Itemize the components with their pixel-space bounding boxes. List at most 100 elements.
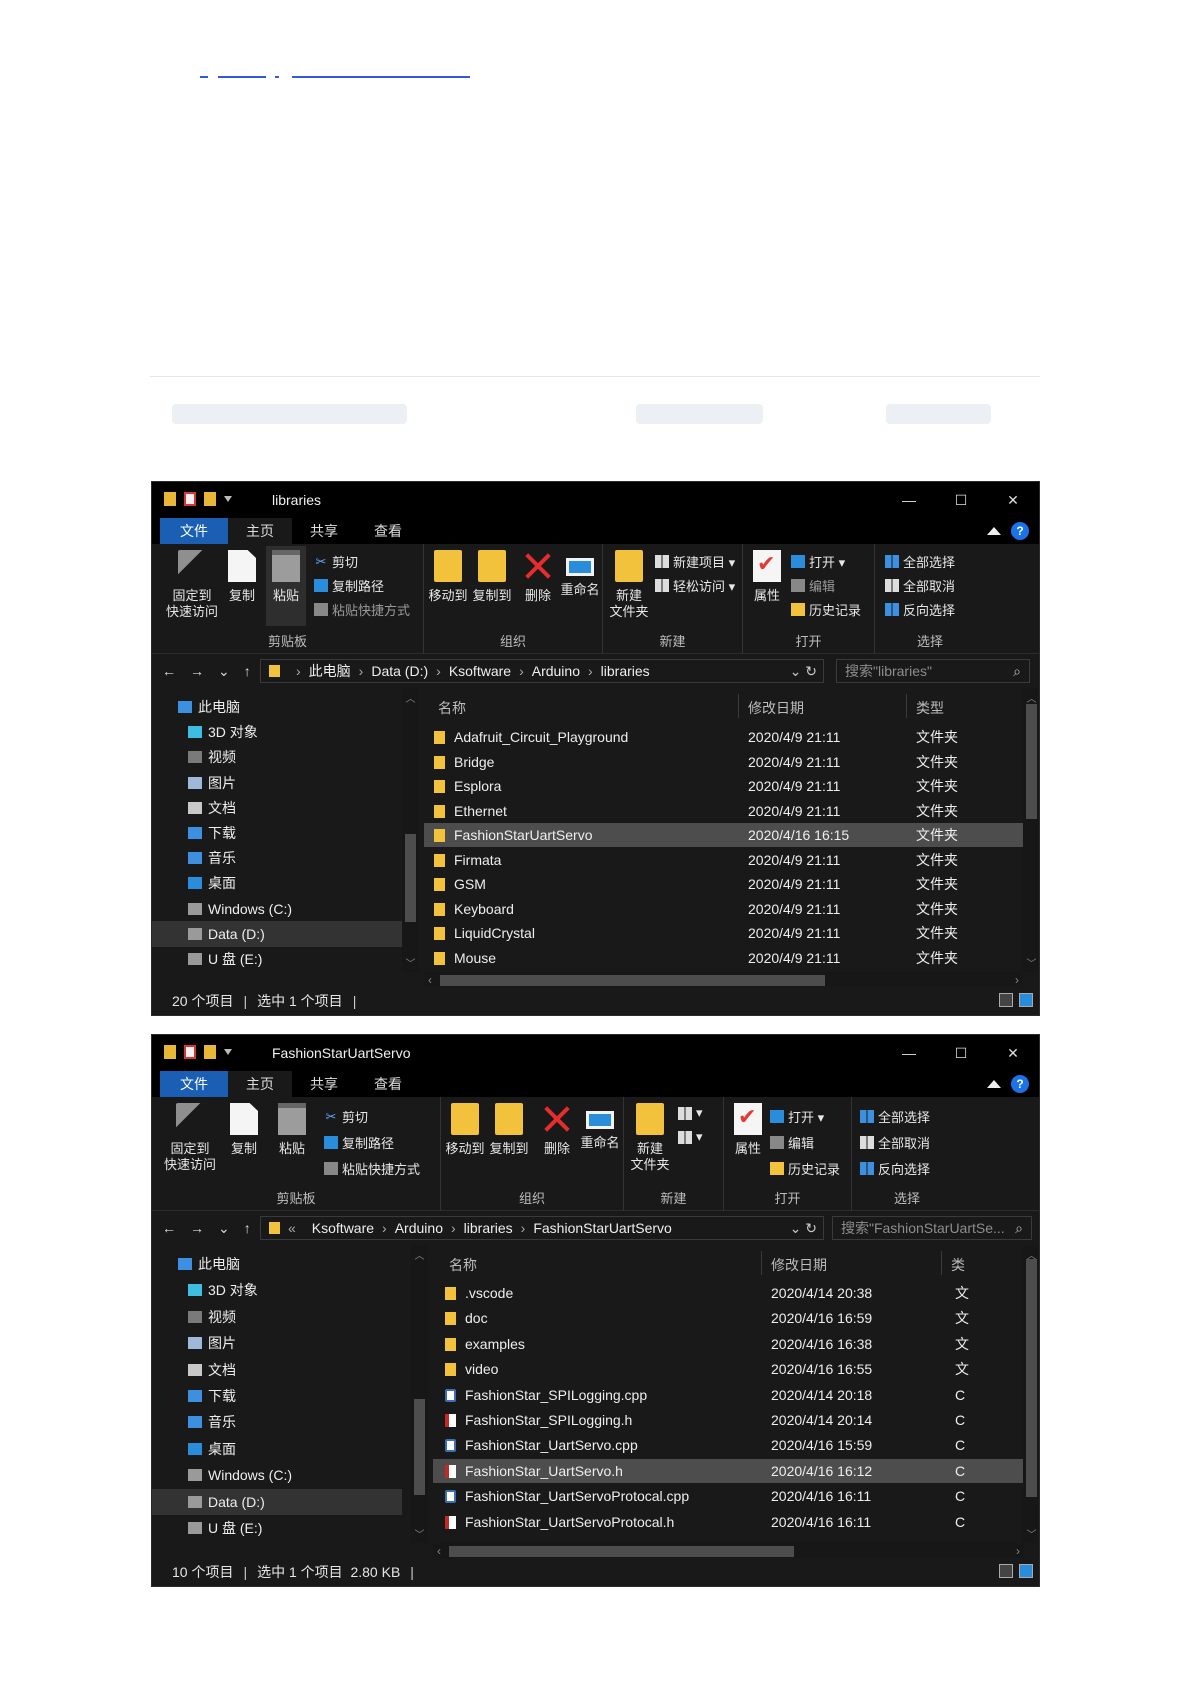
- new-folder-icon[interactable]: [204, 492, 216, 506]
- table-row[interactable]: Ethernet 2020/4/9 21:11 文件夹: [424, 799, 1023, 823]
- sidebar-item[interactable]: 桌面: [152, 1436, 402, 1462]
- new-folder-button[interactable]: 新建 文件夹: [630, 1103, 670, 1173]
- forward-button[interactable]: →: [190, 663, 204, 680]
- pin-quick-access-button[interactable]: 固定到 快速访问: [162, 550, 222, 620]
- sidebar-item[interactable]: 文档: [152, 795, 402, 821]
- close-button[interactable]: ✕: [987, 482, 1039, 518]
- column-header-name[interactable]: 名称: [438, 698, 466, 718]
- copy-path-button[interactable]: 复制路径: [314, 576, 384, 595]
- pin-quick-access-button[interactable]: 固定到 快速访问: [160, 1103, 220, 1173]
- move-to-button[interactable]: 移动到: [445, 1103, 485, 1157]
- table-row[interactable]: FashionStar_UartServoProtocal.cpp 2020/4/…: [433, 1484, 1024, 1508]
- forward-button[interactable]: →: [190, 1220, 204, 1237]
- table-row[interactable]: LiquidCrystal 2020/4/9 21:11 文件夹: [424, 921, 1023, 945]
- table-row[interactable]: Keyboard 2020/4/9 21:11 文件夹: [424, 897, 1023, 921]
- table-row[interactable]: Adafruit_Circuit_Playground 2020/4/9 21:1…: [424, 725, 1023, 749]
- details-view-icon[interactable]: [999, 1564, 1013, 1578]
- table-row[interactable]: .vscode 2020/4/14 20:38 文: [433, 1281, 1024, 1305]
- up-button[interactable]: ↑: [244, 663, 251, 680]
- open-button[interactable]: 打开 ▾: [791, 552, 845, 571]
- recent-button[interactable]: ⌄: [218, 663, 230, 680]
- recent-button[interactable]: ⌄: [218, 1220, 230, 1237]
- column-header-date[interactable]: 修改日期: [771, 1255, 827, 1275]
- breadcrumb[interactable]: Data (D:): [371, 663, 428, 679]
- breadcrumb[interactable]: Arduino: [532, 663, 580, 679]
- paste-button[interactable]: 粘贴: [266, 546, 306, 626]
- cut-button[interactable]: ✂ 剪切: [314, 552, 358, 571]
- invert-selection-button[interactable]: 反向选择: [860, 1159, 930, 1178]
- sidebar-item[interactable]: Windows (C:): [152, 1462, 402, 1488]
- search-input[interactable]: 搜索"FashionStarUartSe... ⌕: [832, 1216, 1032, 1240]
- list-scrollbar[interactable]: ︿ ﹀: [1023, 688, 1039, 972]
- breadcrumb[interactable]: libraries: [601, 663, 650, 679]
- tab-home[interactable]: 主页: [228, 1071, 292, 1097]
- move-to-button[interactable]: 移动到: [428, 550, 468, 604]
- table-row[interactable]: examples 2020/4/16 16:38 文: [433, 1332, 1024, 1356]
- new-folder-button[interactable]: 新建 文件夹: [609, 550, 649, 620]
- column-header-date[interactable]: 修改日期: [748, 698, 804, 718]
- back-button[interactable]: ←: [162, 663, 176, 680]
- nav-scrollbar[interactable]: ︿ ﹀: [402, 688, 419, 972]
- breadcrumb[interactable]: Ksoftware: [449, 663, 511, 679]
- minimize-button[interactable]: —: [883, 482, 935, 518]
- tab-file[interactable]: 文件: [160, 1071, 228, 1097]
- copy-to-button[interactable]: 复制到: [489, 1103, 529, 1157]
- sidebar-item[interactable]: 图片: [152, 1330, 402, 1356]
- sidebar-item[interactable]: 桌面: [152, 870, 402, 896]
- select-all-button[interactable]: 全部选择: [860, 1107, 930, 1126]
- address-bar[interactable]: «Ksoftware › Arduino › libraries › FashionStar…: [260, 1216, 824, 1240]
- sidebar-item[interactable]: U 盘 (E:): [152, 946, 402, 972]
- sidebar-item[interactable]: 3D 对象: [152, 719, 402, 745]
- tab-view[interactable]: 查看: [356, 1071, 420, 1097]
- collapse-ribbon-icon[interactable]: [987, 1080, 1001, 1088]
- select-all-button[interactable]: 全部选择: [885, 552, 955, 571]
- copy-button[interactable]: 复制: [224, 550, 260, 604]
- table-row[interactable]: FashionStar_SPILogging.cpp 2020/4/14 20:1…: [433, 1383, 1024, 1407]
- table-row[interactable]: FashionStar_UartServo.h 2020/4/16 16:12 C: [433, 1458, 1024, 1483]
- history-button[interactable]: 历史记录: [791, 600, 861, 619]
- rename-button[interactable]: 重命名: [579, 1103, 621, 1151]
- tab-home[interactable]: 主页: [228, 518, 292, 544]
- sidebar-item[interactable]: Windows (C:): [152, 896, 402, 922]
- properties-button[interactable]: 属性: [749, 550, 785, 604]
- sidebar-item[interactable]: 下载: [152, 820, 402, 846]
- collapse-ribbon-icon[interactable]: [987, 527, 1001, 535]
- table-row[interactable]: doc 2020/4/16 16:59 文: [433, 1306, 1024, 1330]
- history-button[interactable]: 历史记录: [770, 1159, 840, 1178]
- copy-path-button[interactable]: 复制路径: [324, 1133, 394, 1152]
- properties-icon[interactable]: [184, 492, 196, 506]
- delete-button[interactable]: 删除: [539, 1103, 575, 1157]
- table-row[interactable]: FashionStar_SPILogging.h 2020/4/14 20:14 C: [433, 1408, 1024, 1432]
- sidebar-item[interactable]: Data (D:): [152, 920, 402, 947]
- edit-button[interactable]: 编辑: [770, 1133, 814, 1152]
- properties-icon[interactable]: [184, 1045, 196, 1059]
- select-none-button[interactable]: 全部取消: [860, 1133, 930, 1152]
- sidebar-item[interactable]: 图片: [152, 770, 402, 796]
- help-icon[interactable]: ?: [1011, 522, 1029, 540]
- easy-access-button[interactable]: ▾: [678, 1129, 703, 1145]
- cut-button[interactable]: ✂ 剪切: [324, 1107, 368, 1126]
- table-row[interactable]: Firmata 2020/4/9 21:11 文件夹: [424, 848, 1023, 872]
- table-row[interactable]: FashionStarUartServo 2020/4/16 16:15 文件夹: [424, 823, 1023, 847]
- sidebar-item[interactable]: 视频: [152, 744, 402, 770]
- breadcrumb[interactable]: 此电脑: [309, 663, 351, 679]
- table-row[interactable]: FashionStar_UartServo.cpp 2020/4/16 15:59…: [433, 1433, 1024, 1457]
- sidebar-item[interactable]: 音乐: [152, 1409, 402, 1435]
- sidebar-item[interactable]: 文档: [152, 1357, 402, 1383]
- rename-button[interactable]: 重命名: [560, 550, 600, 598]
- minimize-button[interactable]: —: [883, 1035, 935, 1071]
- edit-button[interactable]: 编辑: [791, 576, 835, 595]
- nav-scrollbar[interactable]: ︿ ﹀: [411, 1245, 428, 1543]
- copy-button[interactable]: 复制: [226, 1103, 262, 1157]
- sidebar-item[interactable]: 下载: [152, 1383, 402, 1409]
- sidebar-item[interactable]: Data (D:): [152, 1488, 402, 1515]
- chevron-down-icon[interactable]: [224, 496, 232, 502]
- table-row[interactable]: GSM 2020/4/9 21:11 文件夹: [424, 872, 1023, 896]
- sidebar-item[interactable]: 此电脑: [152, 1251, 402, 1277]
- breadcrumb[interactable]: FashionStarUartServo: [533, 1220, 672, 1236]
- column-header-type[interactable]: 类型: [916, 698, 944, 718]
- breadcrumb[interactable]: libraries: [464, 1220, 513, 1236]
- folder-icon[interactable]: [164, 1045, 176, 1059]
- copy-to-button[interactable]: 复制到: [472, 550, 512, 604]
- large-icons-view-icon[interactable]: [1019, 993, 1033, 1007]
